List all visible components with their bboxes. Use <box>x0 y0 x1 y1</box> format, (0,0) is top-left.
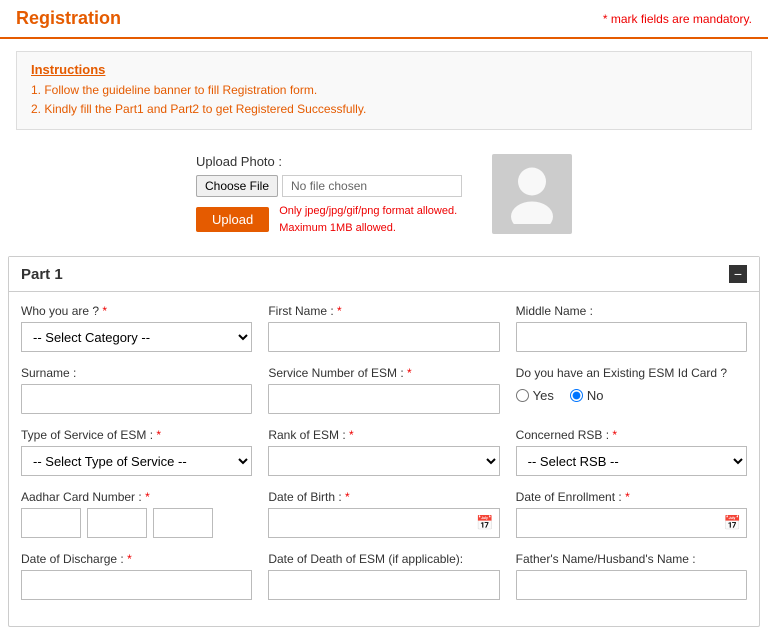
esm-id-card-label: Do you have an Existing ESM Id Card ? <box>516 366 747 380</box>
dod-input[interactable] <box>21 570 252 600</box>
service-number-group: Service Number of ESM : * <box>268 366 499 414</box>
aadhar-group: Aadhar Card Number : * <box>21 490 252 538</box>
father-label: Father's Name/Husband's Name : <box>516 552 747 566</box>
aadhar-input-row <box>21 508 252 538</box>
dod-input-wrapper <box>21 570 252 600</box>
radio-yes-label[interactable]: Yes <box>516 388 554 403</box>
file-input-row: Choose File No file chosen <box>196 175 462 197</box>
mandatory-note: * mark fields are mandatory. <box>603 12 752 26</box>
rank-select[interactable] <box>268 446 499 476</box>
radio-yes[interactable] <box>516 389 529 402</box>
death-group: Date of Death of ESM (if applicable): <box>268 552 499 600</box>
collapse-button[interactable]: − <box>729 265 747 283</box>
surname-input[interactable] <box>21 384 252 414</box>
aadhar-input-1[interactable] <box>21 508 81 538</box>
rsb-select[interactable]: -- Select RSB -- <box>516 446 747 476</box>
doe-label: Date of Enrollment : * <box>516 490 747 504</box>
file-name-display: No file chosen <box>282 175 462 197</box>
esm-id-radio-group: Yes No <box>516 384 747 403</box>
doe-input[interactable] <box>516 508 747 538</box>
dob-label: Date of Birth : * <box>268 490 499 504</box>
esm-id-card-group: Do you have an Existing ESM Id Card ? Ye… <box>516 366 747 414</box>
instructions-link[interactable]: Instructions <box>31 62 737 77</box>
rank-group: Rank of ESM : * <box>268 428 499 476</box>
who-are-you-group: Who you are ? * -- Select Category -- <box>21 304 252 352</box>
doe-input-wrapper: 📅 <box>516 508 747 538</box>
aadhar-input-2[interactable] <box>87 508 147 538</box>
surname-label: Surname : <box>21 366 252 380</box>
type-of-service-label: Type of Service of ESM : * <box>21 428 252 442</box>
middle-name-group: Middle Name : <box>516 304 747 352</box>
upload-section: Upload Photo : Choose File No file chose… <box>0 142 768 248</box>
type-of-service-group: Type of Service of ESM : * -- Select Typ… <box>21 428 252 476</box>
instructions-line2: 2. Kindly fill the Part1 and Part2 to ge… <box>31 100 737 119</box>
death-input[interactable] <box>268 570 499 600</box>
dob-input-wrapper: 📅 <box>268 508 499 538</box>
form-body: Who you are ? * -- Select Category -- Fi… <box>9 292 759 626</box>
aadhar-input-3[interactable] <box>153 508 213 538</box>
section-header: Part 1 − <box>9 257 759 292</box>
choose-file-button[interactable]: Choose File <box>196 175 278 197</box>
aadhar-label: Aadhar Card Number : * <box>21 490 252 504</box>
death-label: Date of Death of ESM (if applicable): <box>268 552 499 566</box>
dod-label: Date of Discharge : * <box>21 552 252 566</box>
avatar-icon <box>507 164 557 224</box>
doe-group: Date of Enrollment : * 📅 <box>516 490 747 538</box>
avatar-placeholder <box>492 154 572 234</box>
upload-left: Upload Photo : Choose File No file chose… <box>196 154 462 236</box>
form-row-1: Who you are ? * -- Select Category -- Fi… <box>21 304 747 352</box>
father-group: Father's Name/Husband's Name : <box>516 552 747 600</box>
death-input-wrapper <box>268 570 499 600</box>
upload-button[interactable]: Upload <box>196 207 269 232</box>
who-are-you-label: Who you are ? * <box>21 304 252 318</box>
form-row-5: Date of Discharge : * Date of Death of E… <box>21 552 747 600</box>
middle-name-input[interactable] <box>516 322 747 352</box>
instructions-line1: 1. Follow the guideline banner to fill R… <box>31 81 737 100</box>
category-select[interactable]: -- Select Category -- <box>21 322 252 352</box>
rsb-group: Concerned RSB : * -- Select RSB -- <box>516 428 747 476</box>
part1-section: Part 1 − Who you are ? * -- Select Categ… <box>8 256 760 627</box>
rank-label: Rank of ESM : * <box>268 428 499 442</box>
page-header: Registration * mark fields are mandatory… <box>0 0 768 39</box>
form-row-3: Type of Service of ESM : * -- Select Typ… <box>21 428 747 476</box>
dob-input[interactable] <box>268 508 499 538</box>
dob-group: Date of Birth : * 📅 <box>268 490 499 538</box>
middle-name-label: Middle Name : <box>516 304 747 318</box>
service-number-input[interactable] <box>268 384 499 414</box>
rsb-label: Concerned RSB : * <box>516 428 747 442</box>
first-name-group: First Name : * <box>268 304 499 352</box>
radio-no-label[interactable]: No <box>570 388 604 403</box>
surname-group: Surname : <box>21 366 252 414</box>
page-title: Registration <box>16 8 121 29</box>
father-name-input[interactable] <box>516 570 747 600</box>
first-name-input[interactable] <box>268 322 499 352</box>
service-number-label: Service Number of ESM : * <box>268 366 499 380</box>
instructions-box: Instructions 1. Follow the guideline ban… <box>16 51 752 130</box>
first-name-label: First Name : * <box>268 304 499 318</box>
upload-info: Only jpeg/jpg/gif/png format allowed. Ma… <box>279 203 457 236</box>
upload-photo-label: Upload Photo : <box>196 154 282 169</box>
section-title: Part 1 <box>21 266 63 283</box>
radio-no[interactable] <box>570 389 583 402</box>
dod-group: Date of Discharge : * <box>21 552 252 600</box>
type-of-service-select[interactable]: -- Select Type of Service -- <box>21 446 252 476</box>
form-row-4: Aadhar Card Number : * Date of Birth : *… <box>21 490 747 538</box>
form-row-2: Surname : Service Number of ESM : * Do y… <box>21 366 747 414</box>
